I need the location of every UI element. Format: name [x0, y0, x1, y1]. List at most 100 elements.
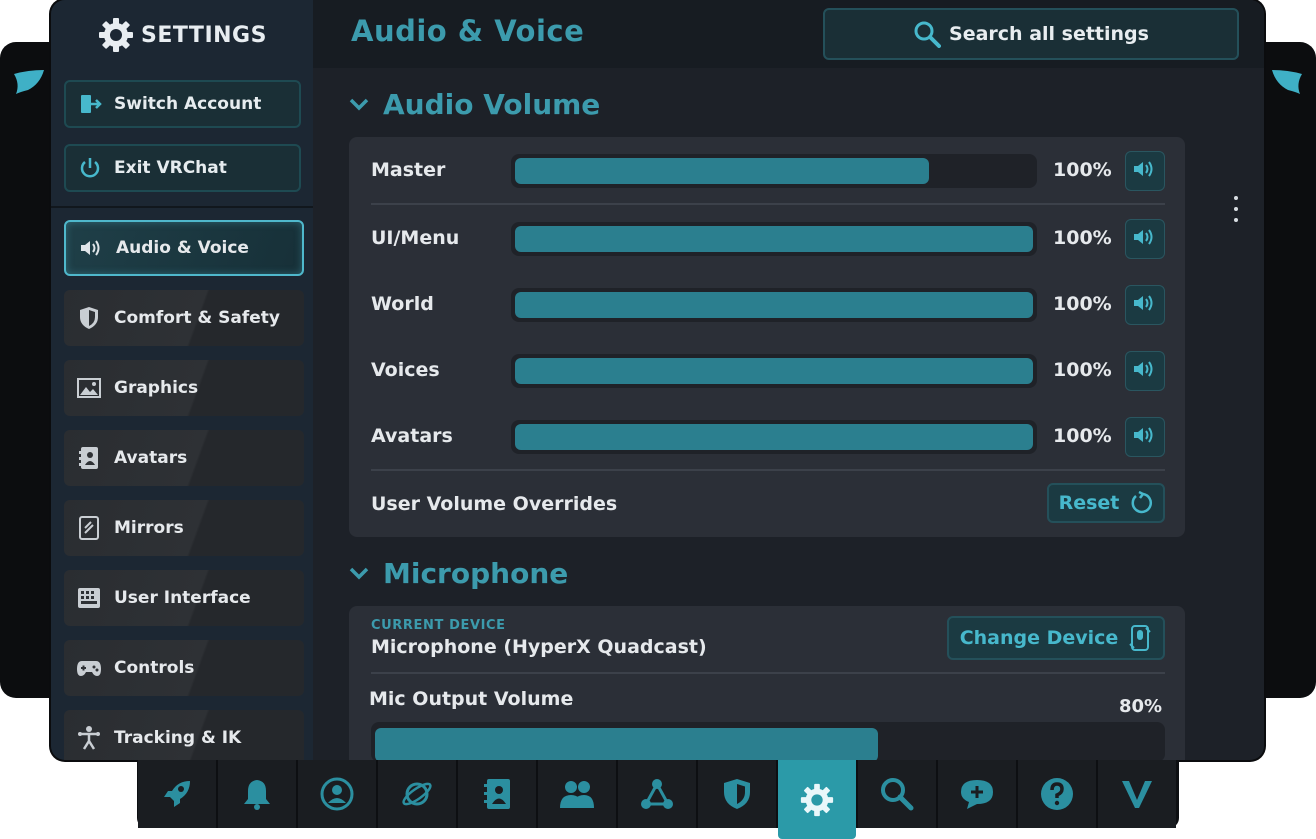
reset-label: Reset [1058, 492, 1120, 514]
profile-icon [320, 777, 354, 811]
volume-label: Avatars [371, 425, 453, 447]
dock-button-launch[interactable] [138, 760, 216, 828]
dock-button-chat[interactable] [938, 760, 1016, 828]
change-device-label: Change Device [959, 627, 1119, 649]
speaker-icon [78, 235, 104, 261]
audio-volume-section-toggle[interactable]: Audio Volume [349, 88, 600, 121]
volume-slider[interactable] [511, 222, 1037, 256]
volume-slider[interactable] [511, 420, 1037, 454]
power-icon [80, 158, 100, 178]
sidebar-divider [51, 206, 313, 208]
gamepad-icon [76, 655, 102, 681]
volume-row-avatars: Avatars 100% [371, 417, 1165, 457]
sidebar-item-mirrors[interactable]: Mirrors [64, 500, 304, 556]
volume-label: Voices [371, 359, 440, 381]
help-icon [1040, 777, 1074, 811]
scroll-grip-icon [1232, 196, 1240, 222]
volume-percent: 100% [1053, 227, 1112, 249]
search-all-settings-button[interactable]: Search all settings [823, 8, 1239, 60]
main-content: Audio & Voice Search all settings Audio … [313, 0, 1264, 760]
speaker-icon [1132, 293, 1158, 317]
sidebar-item-audio-voice[interactable]: Audio & Voice [64, 220, 304, 276]
sidebar-item-graphics[interactable]: Graphics [64, 360, 304, 416]
sidebar: SETTINGS Switch Account Exit VRChat Audi… [51, 0, 313, 760]
sidebar-item-tracking-ik[interactable]: Tracking & IK [64, 710, 304, 760]
search-label: Search all settings [949, 23, 1149, 45]
mic-output-volume-label: Mic Output Volume [369, 688, 574, 710]
volume-slider[interactable] [511, 354, 1037, 388]
reset-button[interactable]: Reset [1047, 483, 1165, 523]
dock-button-safety[interactable] [698, 760, 776, 828]
speaker-icon [1132, 425, 1158, 449]
sidebar-item-comfort-safety[interactable]: Comfort & Safety [64, 290, 304, 346]
mic-output-volume-fill [375, 728, 878, 760]
dock-button-groups[interactable] [618, 760, 696, 828]
sidebar-item-label: Audio & Voice [116, 238, 249, 258]
sidebar-item-label: Mirrors [114, 518, 184, 538]
top-bar: Audio & Voice Search all settings [313, 0, 1264, 68]
speaker-icon [1132, 159, 1158, 183]
avatar-card-icon [76, 445, 102, 471]
dock-button-search[interactable] [858, 760, 936, 828]
settings-window: SETTINGS Switch Account Exit VRChat Audi… [51, 0, 1264, 760]
change-device-button[interactable]: Change Device [947, 616, 1165, 660]
sidebar-item-controls[interactable]: Controls [64, 640, 304, 696]
reset-icon [1131, 491, 1153, 514]
sidebar-item-avatars[interactable]: Avatars [64, 430, 304, 486]
user-volume-overrides-label: User Volume Overrides [371, 493, 618, 515]
dock-button-settings[interactable] [778, 760, 856, 839]
gear-icon [799, 782, 835, 818]
shield-icon [76, 305, 102, 331]
volume-row-ui-menu: UI/Menu 100% [371, 219, 1165, 259]
volume-label: Master [371, 159, 446, 181]
mute-toggle-button[interactable] [1125, 285, 1165, 325]
search-icon [914, 21, 942, 48]
row-divider [371, 203, 1165, 205]
dock-button-profile[interactable] [298, 760, 376, 828]
exit-vrchat-button[interactable]: Exit VRChat [64, 144, 301, 192]
microphone-section-toggle[interactable]: Microphone [349, 557, 568, 590]
chat-add-icon [959, 777, 995, 811]
image-icon [76, 375, 102, 401]
settings-title: SETTINGS [141, 22, 267, 48]
wing-logo-icon [14, 70, 44, 94]
sidebar-item-label: Avatars [114, 448, 188, 468]
chevron-down-icon [349, 98, 369, 110]
rocket-icon [160, 777, 194, 811]
volume-percent: 100% [1053, 159, 1112, 181]
mute-toggle-button[interactable] [1125, 351, 1165, 391]
volume-row-world: World 100% [371, 285, 1165, 325]
right-wing-panel [1256, 42, 1316, 698]
dock-button-notifications[interactable] [218, 760, 296, 828]
speaker-icon [1132, 359, 1158, 383]
mic-output-volume-slider[interactable] [371, 722, 1165, 760]
mute-toggle-button[interactable] [1125, 417, 1165, 457]
page-title: Audio & Voice [351, 14, 585, 48]
switch-account-icon [81, 95, 102, 113]
sidebar-item-label: Tracking & IK [114, 728, 242, 748]
microphone-panel: CURRENT DEVICE Microphone (HyperX Quadca… [349, 606, 1185, 760]
sidebar-item-user-interface[interactable]: User Interface [64, 570, 304, 626]
dock-button-help[interactable] [1018, 760, 1096, 828]
current-device-caption: CURRENT DEVICE [371, 618, 506, 633]
audio-volume-panel: Master 100% UI/Menu 100% World 100% Voices 100%… [349, 137, 1185, 537]
dock-button-social[interactable] [538, 760, 616, 828]
dock-button-avatars[interactable] [458, 760, 536, 828]
vrchat-logo-icon [1120, 778, 1154, 810]
sidebar-header: SETTINGS [51, 0, 313, 70]
bell-icon [242, 777, 272, 811]
row-divider [371, 469, 1165, 471]
volume-slider[interactable] [511, 154, 1037, 188]
gear-icon [99, 18, 134, 52]
mute-toggle-button[interactable] [1125, 219, 1165, 259]
mute-toggle-button[interactable] [1125, 151, 1165, 191]
switch-account-button[interactable]: Switch Account [64, 80, 301, 128]
dock-button-vrchat[interactable] [1098, 760, 1176, 828]
volume-percent: 100% [1053, 359, 1112, 381]
volume-percent: 100% [1053, 425, 1112, 447]
volume-percent: 100% [1053, 293, 1112, 315]
mic-output-volume-value: 80% [1119, 696, 1163, 717]
volume-slider[interactable] [511, 288, 1037, 322]
bottom-dock [137, 760, 1179, 839]
dock-button-worlds[interactable] [378, 760, 456, 828]
